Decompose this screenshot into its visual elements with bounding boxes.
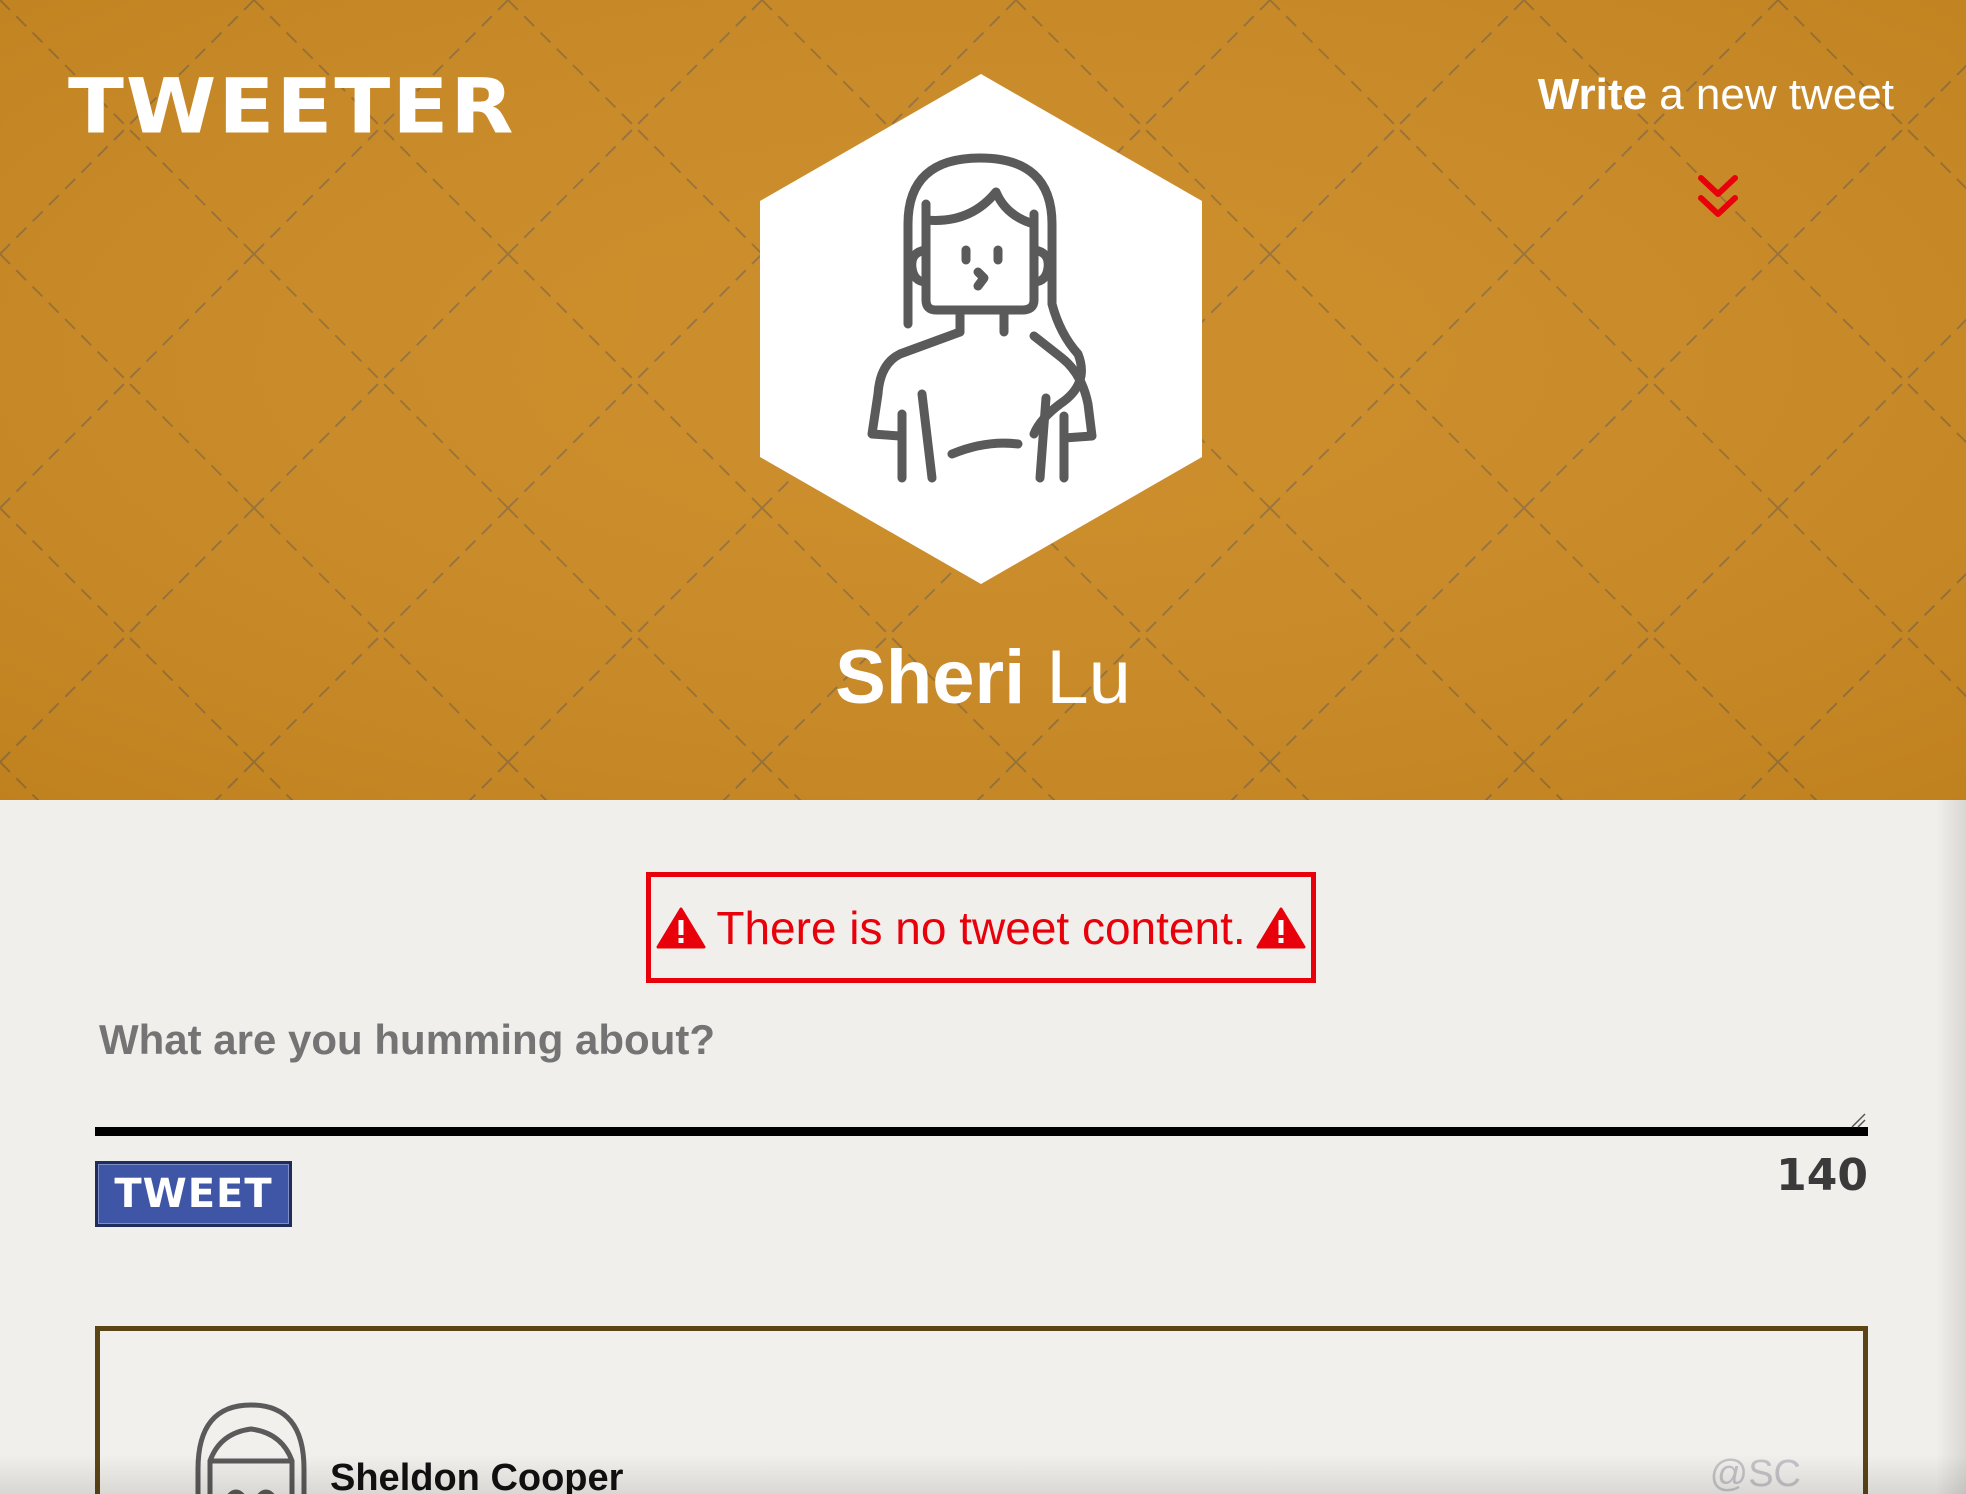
page: TWEETER Write a new tweet Sheri Lu There… [0, 0, 1966, 1494]
character-counter: 140 [1776, 1150, 1868, 1201]
profile-first-name: Sheri [835, 635, 1026, 720]
tweet-author-handle[interactable]: @SC [1710, 1453, 1801, 1494]
double-chevron-down-icon[interactable] [1697, 172, 1739, 220]
tweet-compose-input[interactable] [95, 1010, 1868, 1136]
write-link-rest: a new tweet [1646, 70, 1894, 119]
profile-header: TWEETER Write a new tweet Sheri Lu [0, 0, 1966, 800]
woman-avatar-icon [760, 74, 1202, 584]
tweet-submit-button[interactable]: TWEET [95, 1161, 292, 1227]
write-new-tweet-link[interactable]: Write a new tweet [1538, 70, 1894, 120]
warning-icon [656, 907, 706, 948]
tweet-card: Sheldon Cooper @SC [95, 1326, 1868, 1494]
profile-last-name: Lu [1046, 635, 1131, 720]
error-message-box: There is no tweet content. [646, 872, 1316, 983]
tweet-author-name[interactable]: Sheldon Cooper [330, 1457, 623, 1494]
app-logo[interactable]: TWEETER [68, 70, 516, 145]
resize-grip-icon[interactable] [1848, 1112, 1866, 1128]
profile-name: Sheri Lu [0, 640, 1966, 716]
write-link-strong: Write [1537, 70, 1647, 119]
warning-icon [1256, 907, 1306, 948]
error-message-text: There is no tweet content. [716, 901, 1246, 954]
man-avatar-icon [195, 1402, 307, 1494]
edge-shadow [1936, 800, 1966, 1494]
